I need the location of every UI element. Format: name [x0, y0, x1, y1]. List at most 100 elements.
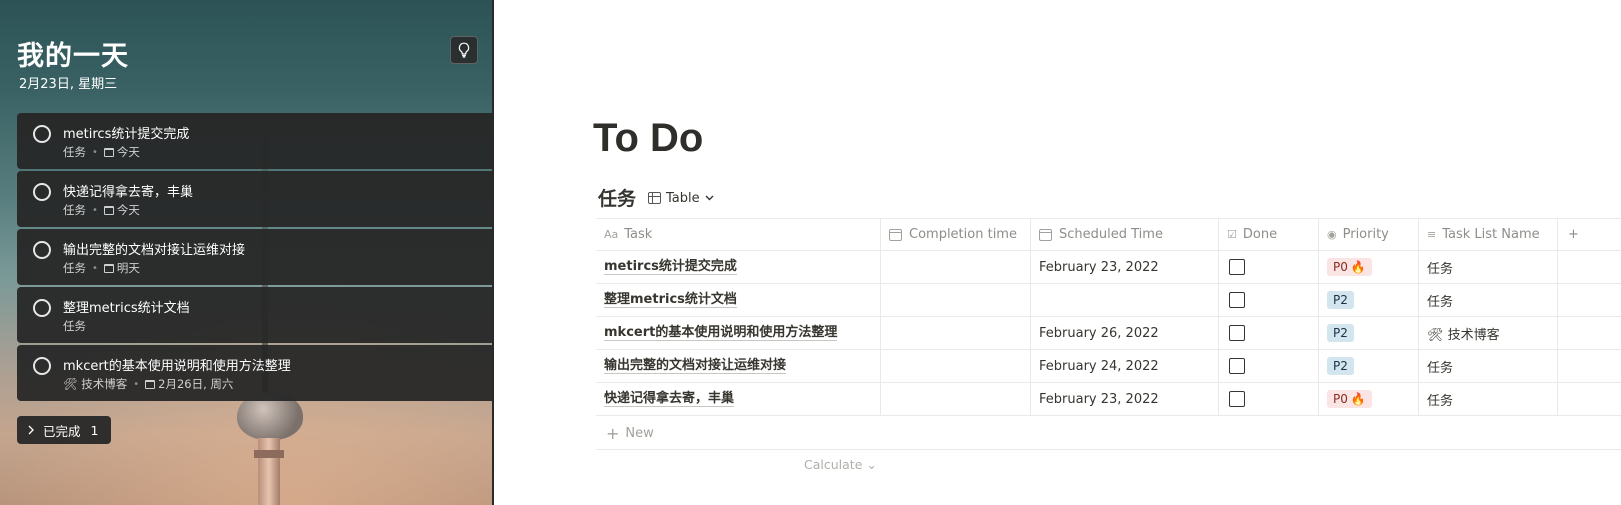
done-cell[interactable]	[1219, 383, 1319, 415]
done-cell[interactable]	[1219, 317, 1319, 349]
view-label: Table	[666, 190, 700, 206]
myday-task-meta: 任务 • 明天	[63, 260, 140, 276]
task-name[interactable]: 整理metrics统计文档	[604, 292, 737, 308]
table-row[interactable]: mkcert的基本使用说明和使用方法整理 February 26, 2022 P…	[596, 317, 1621, 350]
scheduled-cell[interactable]: February 24, 2022	[1031, 350, 1219, 382]
scheduled-cell[interactable]: February 23, 2022	[1031, 251, 1219, 283]
priority-cell[interactable]: P2	[1319, 350, 1419, 382]
priority-label: P2	[1333, 293, 1348, 307]
done-cell[interactable]	[1219, 251, 1319, 283]
completion-cell[interactable]	[881, 317, 1031, 349]
done-checkbox[interactable]	[1229, 358, 1245, 374]
myday-task-meta: 任务 • 今天	[63, 202, 140, 218]
myday-task-title: 整理metrics统计文档	[63, 301, 190, 316]
text-property-icon: Aa	[604, 228, 619, 241]
meta-separator: •	[133, 378, 140, 390]
column-header-scheduled[interactable]: Scheduled Time	[1031, 219, 1219, 250]
priority-tag: P2	[1327, 357, 1354, 375]
task-name[interactable]: metircs统计提交完成	[604, 259, 737, 275]
myday-task-list: 任务	[63, 145, 86, 159]
completion-cell[interactable]	[881, 383, 1031, 415]
priority-cell[interactable]: P0 🔥	[1319, 251, 1419, 283]
table-row[interactable]: metircs统计提交完成 February 23, 2022 P0 🔥 任务	[596, 251, 1621, 284]
done-checkbox[interactable]	[1229, 259, 1245, 275]
myday-task-meta: 🛠 技术博客 • 2月26日, 周六	[63, 376, 233, 392]
suggestions-button[interactable]	[450, 36, 478, 64]
complete-circle-button[interactable]	[33, 183, 51, 201]
priority-cell[interactable]: P2	[1319, 284, 1419, 316]
column-header-label: Done	[1242, 227, 1278, 242]
column-header-label: Priority	[1342, 227, 1389, 242]
done-checkbox[interactable]	[1229, 292, 1245, 308]
completion-cell[interactable]	[881, 284, 1031, 316]
plus-icon: +	[1568, 227, 1579, 242]
done-cell[interactable]	[1219, 350, 1319, 382]
myday-task-meta: 任务	[63, 318, 86, 334]
myday-task-card[interactable]: 快递记得拿去寄，丰巢 任务 • 今天	[17, 171, 494, 227]
column-header-task-list[interactable]: ≡ Task List Name	[1419, 219, 1558, 250]
completed-label: 已完成	[43, 423, 81, 439]
myday-task-due: 2月26日, 周六	[145, 376, 233, 392]
myday-task-due: 今天	[103, 144, 140, 160]
plus-icon: +	[606, 424, 620, 443]
select-property-icon: ◉	[1327, 228, 1337, 241]
column-header-priority[interactable]: ◉ Priority	[1319, 219, 1419, 250]
done-cell[interactable]	[1219, 284, 1319, 316]
complete-circle-button[interactable]	[33, 299, 51, 317]
completion-cell[interactable]	[881, 350, 1031, 382]
myday-task-card[interactable]: 输出完整的文档对接让运维对接 任务 • 明天	[17, 229, 494, 285]
task-list-cell[interactable]: 🛠 技术博客	[1419, 317, 1558, 349]
task-name[interactable]: mkcert的基本使用说明和使用方法整理	[604, 325, 838, 341]
column-header-completion[interactable]: Completion time	[881, 219, 1031, 250]
task-cell[interactable]: 快递记得拿去寄，丰巢	[596, 383, 881, 415]
text-lines-icon: ≡	[1427, 228, 1437, 241]
lightbulb-icon	[458, 42, 470, 58]
completed-toggle-button[interactable]: 已完成 1	[17, 416, 111, 444]
meta-separator: •	[92, 146, 98, 158]
task-name[interactable]: 快递记得拿去寄，丰巢	[604, 391, 735, 407]
scheduled-cell[interactable]: February 23, 2022	[1031, 383, 1219, 415]
table-row[interactable]: 输出完整的文档对接让运维对接 February 24, 2022 P2 任务	[596, 350, 1621, 383]
task-list-cell[interactable]: 任务	[1419, 284, 1558, 316]
completion-cell[interactable]	[881, 251, 1031, 283]
scheduled-cell[interactable]: February 26, 2022	[1031, 317, 1219, 349]
task-list-cell[interactable]: 任务	[1419, 383, 1558, 415]
view-switcher-button[interactable]: Table	[648, 187, 714, 209]
complete-circle-button[interactable]	[33, 357, 51, 375]
done-checkbox[interactable]	[1229, 325, 1245, 341]
column-header-done[interactable]: ☑ Done	[1219, 219, 1319, 250]
priority-cell[interactable]: P0 🔥	[1319, 383, 1419, 415]
task-cell[interactable]: 输出完整的文档对接让运维对接	[596, 350, 881, 382]
myday-task-card[interactable]: 整理metrics统计文档 任务	[17, 287, 494, 343]
complete-circle-button[interactable]	[33, 241, 51, 259]
empty-cell	[1558, 284, 1621, 316]
scheduled-cell[interactable]	[1031, 284, 1219, 316]
task-cell[interactable]: metircs统计提交完成	[596, 251, 881, 283]
empty-cell	[1558, 317, 1621, 349]
myday-task-due: 今天	[103, 202, 140, 218]
add-property-button[interactable]: +	[1558, 219, 1621, 250]
task-list-cell[interactable]: 任务	[1419, 350, 1558, 382]
complete-circle-button[interactable]	[33, 125, 51, 143]
meta-separator: •	[92, 204, 98, 216]
priority-label: P0	[1333, 392, 1348, 406]
table-row[interactable]: 整理metrics统计文档 P2 任务	[596, 284, 1621, 317]
column-header-task[interactable]: Aa Task	[596, 219, 881, 250]
calculate-label: Calculate	[804, 457, 863, 472]
task-name[interactable]: 输出完整的文档对接让运维对接	[604, 358, 787, 374]
my-day-pane: 我的一天 2月23日, 星期三 metircs统计提交完成 任务 • 今天 快递…	[0, 0, 494, 505]
done-checkbox[interactable]	[1229, 391, 1245, 407]
table-row[interactable]: 快递记得拿去寄，丰巢 February 23, 2022 P0 🔥 任务	[596, 383, 1621, 416]
task-cell[interactable]: mkcert的基本使用说明和使用方法整理	[596, 317, 881, 349]
task-cell[interactable]: 整理metrics统计文档	[596, 284, 881, 316]
calculate-button[interactable]: Calculate ⌄	[804, 457, 877, 472]
myday-task-card[interactable]: metircs统计提交完成 任务 • 今天	[17, 113, 494, 169]
new-row-button[interactable]: + New	[596, 418, 1621, 450]
page-title[interactable]: To Do	[593, 116, 703, 161]
database-title[interactable]: 任务	[598, 184, 636, 211]
priority-cell[interactable]: P2	[1319, 317, 1419, 349]
task-list-cell[interactable]: 任务	[1419, 251, 1558, 283]
myday-task-due-text: 今天	[116, 203, 140, 217]
myday-task-card[interactable]: mkcert的基本使用说明和使用方法整理 🛠 技术博客 • 2月26日, 周六	[17, 345, 494, 401]
chevron-down-icon	[705, 195, 714, 201]
